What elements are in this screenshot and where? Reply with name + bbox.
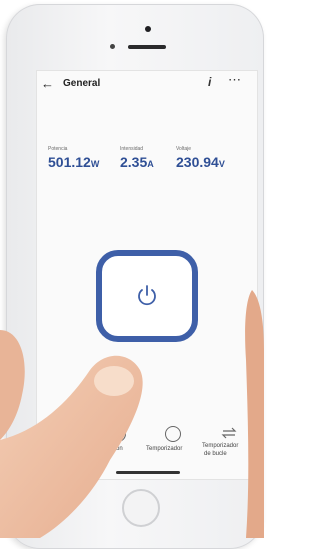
hand <box>0 290 264 538</box>
thumbnail <box>94 366 134 396</box>
right-finger <box>245 290 264 538</box>
left-finger <box>0 330 25 440</box>
